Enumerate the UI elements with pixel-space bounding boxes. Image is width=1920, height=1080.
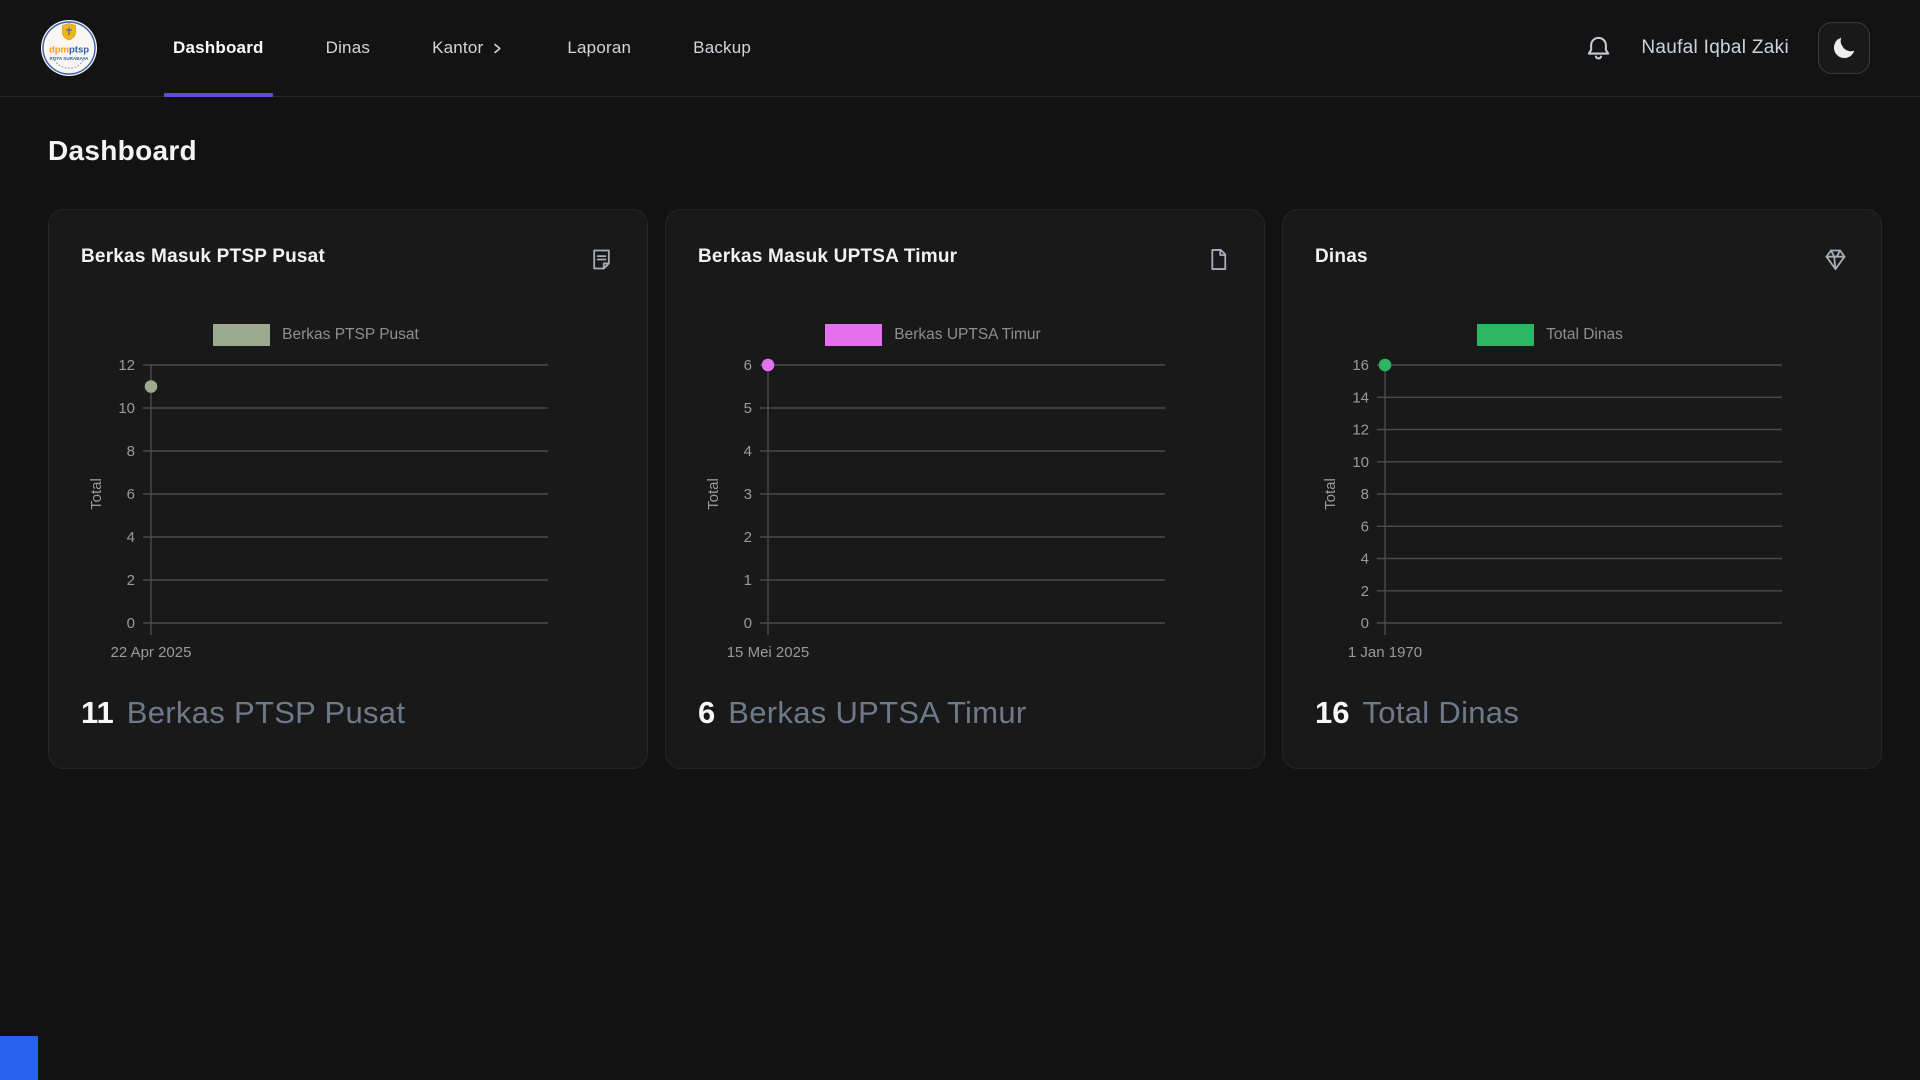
total-number: 16 bbox=[1315, 695, 1349, 731]
svg-text:10: 10 bbox=[1352, 454, 1369, 471]
svg-text:dpmptsp: dpmptsp bbox=[49, 45, 89, 56]
svg-text:Total: Total bbox=[705, 478, 722, 510]
nav-item-label: Backup bbox=[693, 38, 751, 58]
chart-canvas: 6 5 4 3 2 1 0 15 Mei 2025 Total bbox=[698, 353, 1168, 669]
user-name[interactable]: Naufal Iqbal Zaki bbox=[1641, 37, 1789, 59]
card-title: Berkas Masuk PTSP Pusat bbox=[81, 246, 325, 268]
legend-label: Berkas PTSP Pusat bbox=[282, 326, 419, 344]
moon-stars-icon bbox=[1829, 33, 1859, 63]
chevron-right-icon bbox=[490, 41, 505, 56]
legend-label: Berkas UPTSA Timur bbox=[894, 326, 1040, 344]
total-label: Berkas UPTSA Timur bbox=[728, 695, 1026, 731]
svg-text:6: 6 bbox=[1361, 518, 1369, 535]
svg-text:Total: Total bbox=[1322, 478, 1339, 510]
svg-text:0: 0 bbox=[127, 615, 135, 632]
nav-item-dashboard[interactable]: Dashboard bbox=[164, 0, 273, 96]
top-navbar: dpmptsp KOTA SURABAYA Dashboard Dinas Ka… bbox=[0, 0, 1920, 97]
legend-swatch bbox=[213, 324, 270, 346]
svg-text:8: 8 bbox=[127, 443, 135, 460]
svg-text:8: 8 bbox=[1361, 486, 1369, 503]
total-number: 6 bbox=[698, 695, 715, 731]
card-dinas: Dinas Total Dinas 16 14 12 10 8 6 4 2 0 1 Jan 197… bbox=[1282, 209, 1882, 769]
legend-swatch bbox=[1477, 324, 1534, 346]
card-header: Berkas Masuk UPTSA Timur bbox=[698, 246, 1232, 278]
chart-legend: Berkas PTSP Pusat bbox=[81, 324, 551, 346]
notifications-button[interactable] bbox=[1582, 32, 1614, 64]
theme-toggle-button[interactable] bbox=[1818, 22, 1870, 74]
svg-text:22 Apr 2025: 22 Apr 2025 bbox=[111, 644, 192, 661]
nav-item-laporan[interactable]: Laporan bbox=[558, 0, 640, 96]
card-header: Berkas Masuk PTSP Pusat bbox=[81, 246, 615, 278]
svg-text:0: 0 bbox=[1361, 615, 1369, 632]
total-label: Total Dinas bbox=[1362, 695, 1519, 731]
svg-text:2: 2 bbox=[127, 572, 135, 589]
svg-text:16: 16 bbox=[1352, 357, 1369, 374]
chart-legend: Berkas UPTSA Timur bbox=[698, 324, 1168, 346]
dpmptsp-logo-icon: dpmptsp KOTA SURABAYA bbox=[40, 19, 98, 77]
svg-text:2: 2 bbox=[744, 529, 752, 546]
svg-text:12: 12 bbox=[1352, 422, 1369, 439]
svg-text:1 Jan 1970: 1 Jan 1970 bbox=[1348, 644, 1422, 661]
svg-text:5: 5 bbox=[744, 400, 752, 417]
chart-legend: Total Dinas bbox=[1315, 324, 1785, 346]
nav-item-label: Laporan bbox=[567, 38, 631, 58]
nav-item-dinas[interactable]: Dinas bbox=[317, 0, 379, 96]
card-berkas-uptsa-timur: Berkas Masuk UPTSA Timur Berkas UPTSA Ti… bbox=[665, 209, 1265, 769]
legend-label: Total Dinas bbox=[1546, 326, 1623, 344]
card-title: Berkas Masuk UPTSA Timur bbox=[698, 246, 957, 268]
nav-item-kantor[interactable]: Kantor bbox=[423, 0, 514, 96]
total-number: 11 bbox=[81, 695, 114, 731]
svg-text:2: 2 bbox=[1361, 583, 1369, 600]
svg-text:4: 4 bbox=[127, 529, 135, 546]
nav-item-label: Dinas bbox=[326, 38, 370, 58]
file-icon bbox=[1205, 246, 1232, 278]
main-content: Dashboard Berkas Masuk PTSP Pusat Berkas… bbox=[0, 97, 1920, 807]
svg-text:10: 10 bbox=[118, 400, 135, 417]
chart-canvas: 16 14 12 10 8 6 4 2 0 1 Jan 1970 Total bbox=[1315, 353, 1785, 669]
chart-canvas: 12 10 8 6 4 2 0 22 Apr 2025 Total bbox=[81, 353, 551, 669]
nav-item-backup[interactable]: Backup bbox=[684, 0, 760, 96]
nav-item-label: Dashboard bbox=[173, 38, 264, 58]
page-title: Dashboard bbox=[48, 135, 1872, 167]
header-right-group: Naufal Iqbal Zaki bbox=[1582, 22, 1870, 74]
svg-text:Total: Total bbox=[88, 478, 105, 510]
stat-cards-row: Berkas Masuk PTSP Pusat Berkas PTSP Pusa… bbox=[48, 209, 1872, 769]
svg-text:6: 6 bbox=[127, 486, 135, 503]
svg-text:12: 12 bbox=[118, 357, 135, 374]
file-text-icon bbox=[588, 246, 615, 278]
svg-text:3: 3 bbox=[744, 486, 752, 503]
svg-text:0: 0 bbox=[744, 615, 752, 632]
app-logo[interactable]: dpmptsp KOTA SURABAYA bbox=[40, 19, 98, 77]
svg-text:14: 14 bbox=[1352, 389, 1369, 406]
main-nav: Dashboard Dinas Kantor Laporan Backup bbox=[164, 0, 760, 96]
svg-text:15 Mei 2025: 15 Mei 2025 bbox=[727, 644, 810, 661]
card-summary: 6 Berkas UPTSA Timur bbox=[698, 695, 1232, 731]
card-title: Dinas bbox=[1315, 246, 1368, 268]
bell-icon bbox=[1584, 34, 1613, 63]
legend-swatch bbox=[825, 324, 882, 346]
bottom-left-blue-box bbox=[0, 1036, 38, 1080]
svg-text:4: 4 bbox=[744, 443, 752, 460]
svg-text:6: 6 bbox=[744, 357, 752, 374]
total-label: Berkas PTSP Pusat bbox=[127, 695, 405, 731]
card-summary: 16 Total Dinas bbox=[1315, 695, 1849, 731]
nav-item-label: Kantor bbox=[432, 38, 483, 58]
card-header: Dinas bbox=[1315, 246, 1849, 278]
card-summary: 11 Berkas PTSP Pusat bbox=[81, 695, 615, 731]
card-berkas-ptsp-pusat: Berkas Masuk PTSP Pusat Berkas PTSP Pusa… bbox=[48, 209, 648, 769]
gem-icon bbox=[1822, 246, 1849, 278]
svg-text:4: 4 bbox=[1361, 551, 1369, 568]
svg-text:1: 1 bbox=[744, 572, 752, 589]
